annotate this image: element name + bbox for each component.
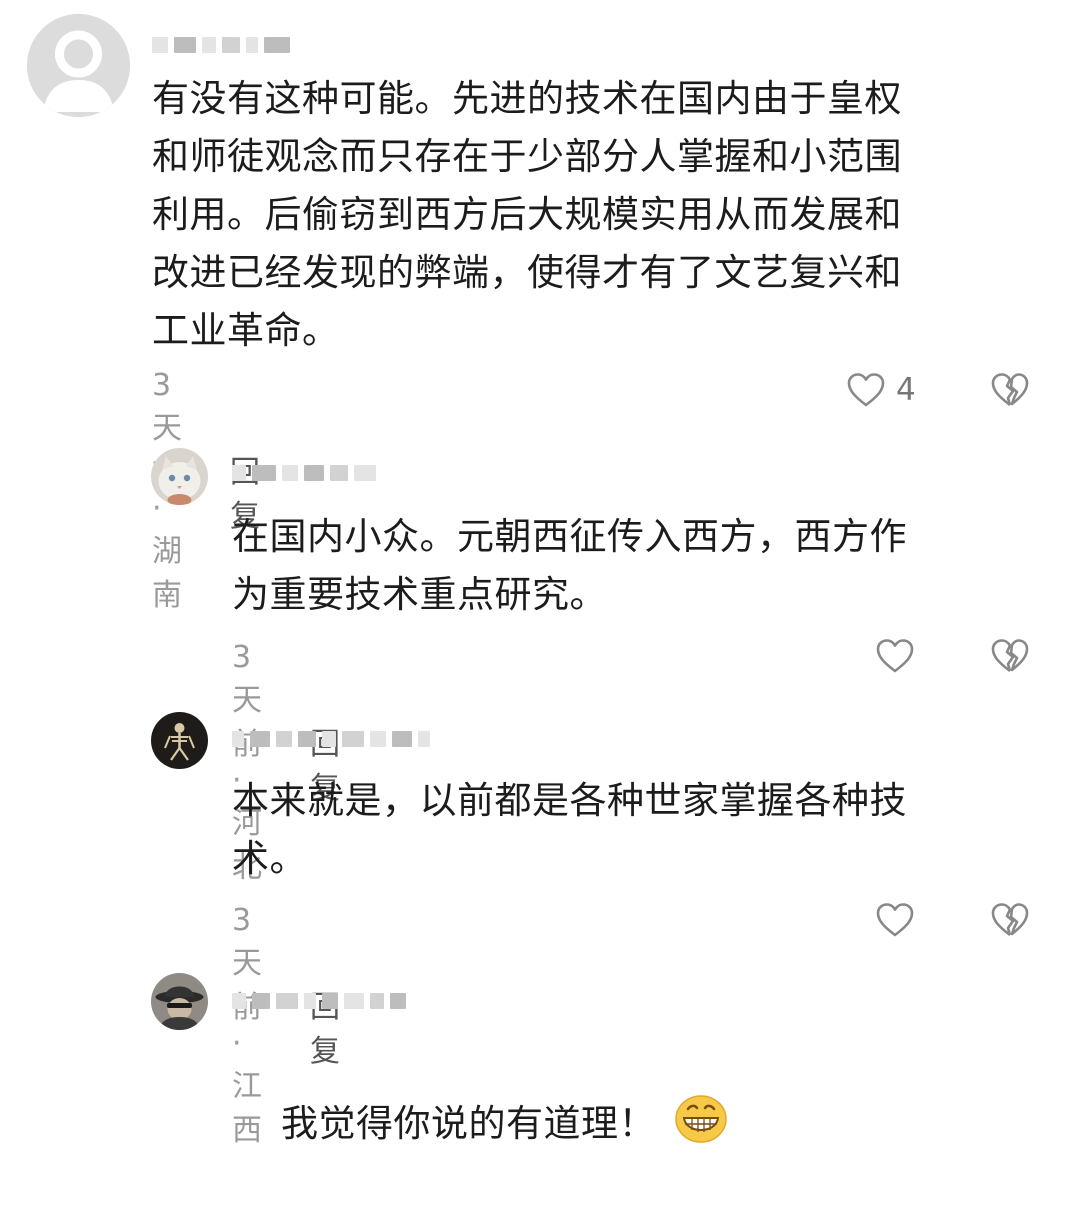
skeleton-avatar[interactable] [151, 712, 208, 769]
like-button[interactable]: 4 [846, 372, 916, 408]
dislike-button[interactable] [990, 902, 1030, 942]
comment-text: 在国内小众。元朝西征传入西方，西方作 为重要技术重点研究。 [232, 515, 907, 616]
dislike-button[interactable] [990, 372, 1030, 412]
comment-text: 我觉得你说的有道理！ [232, 1036, 1022, 1211]
cat-avatar[interactable] [151, 448, 208, 505]
broken-heart-icon [991, 639, 1029, 673]
dislike-button[interactable] [990, 638, 1030, 678]
comment-text: 有没有这种可能。先进的技术在国内由于皇权 和师徒观念而只存在于少部分人掌握和小范… [152, 77, 902, 352]
hat-avatar[interactable] [151, 973, 208, 1030]
broken-heart-icon [991, 373, 1029, 407]
like-button[interactable] [875, 638, 915, 674]
like-count: 4 [896, 372, 916, 408]
like-button[interactable] [875, 902, 915, 938]
heart-icon [876, 903, 914, 937]
heart-icon [847, 373, 885, 407]
username-blurred[interactable] [232, 988, 406, 1014]
username-blurred[interactable] [232, 726, 430, 752]
comment-text-content: 我觉得你说的有道理！ [281, 1102, 657, 1145]
username-blurred[interactable] [152, 32, 290, 58]
default-avatar-icon[interactable] [27, 14, 130, 117]
comment-text: 本来就是，以前都是各种世家掌握各种技 术。 [232, 779, 907, 880]
username-blurred[interactable] [232, 460, 376, 486]
broken-heart-icon [991, 903, 1029, 937]
heart-icon [876, 639, 914, 673]
